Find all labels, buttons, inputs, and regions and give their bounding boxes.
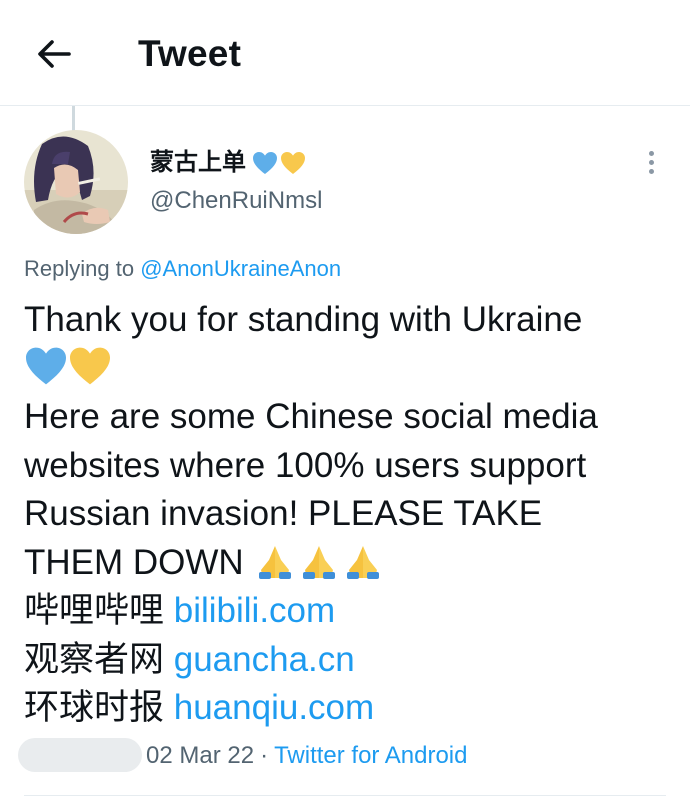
tweet-date[interactable]: 02 Mar 22 [146,742,254,769]
tweet-text-line: Russian invasion! PLEASE TAKE [24,494,543,533]
more-vertical-icon-dot [648,159,654,165]
avatar-image [24,130,128,234]
folded-hands-icon [347,545,380,579]
tweet-metadata: 02 Mar 22 · Twitter for Android [0,738,690,778]
tweet-text-line: Here are some Chinese social media [24,397,598,436]
tweet-text-fragment: THEM DOWN [24,542,244,582]
tweet-text: Thank you for standing with Ukraine Here… [24,296,674,733]
site-line: 环球时报 huanqiu.com [24,684,674,733]
reply-prefix: Replying to [24,256,135,281]
name-emojis [252,151,306,175]
site-line: 观察者网 guancha.cn [24,636,674,685]
back-button[interactable] [30,30,78,78]
more-vertical-icon-dot [648,168,654,174]
folded-hands-icon [259,545,292,579]
author-name-text: 蒙古上单 [150,149,246,176]
reply-mention-link[interactable]: @AnonUkraineAnon [140,256,341,281]
tweet-emoji-line [24,345,674,394]
blue-heart-icon [26,347,66,384]
author-handle[interactable]: @ChenRuiNmsl [150,185,322,217]
replying-to: Replying to @AnonUkraineAnon [24,254,341,284]
yellow-heart-icon [281,152,305,174]
tweet-text-line: Thank you for standing with Ukraine [24,300,583,339]
site-link[interactable]: guancha.cn [174,640,355,679]
separator-dot: · [260,742,269,769]
site-name: 哔哩哔哩 [24,591,165,630]
tweet-text-line-with-emoji: THEM DOWN [24,539,674,588]
site-name: 观察者网 [24,639,165,679]
avatar[interactable] [24,130,128,234]
divider [24,795,666,796]
site-line: 哔哩哔哩 bilibili.com [24,587,674,636]
folded-hands-icon [303,545,336,579]
redacted-time [18,738,142,772]
tweet-text-line: websites where 100% users support [24,445,587,485]
site-link[interactable]: huanqiu.com [174,688,374,727]
tweet-date-source: 02 Mar 22 · Twitter for Android [146,740,467,772]
arrow-left-icon [38,40,71,68]
site-link[interactable]: bilibili.com [174,591,335,630]
page-title: Tweet [138,33,242,74]
thread-connector-line [72,106,75,132]
more-options-button[interactable] [636,145,666,179]
blue-heart-icon [253,152,277,174]
site-name: 环球时报 [24,688,165,727]
author-display-name[interactable]: 蒙古上单 [150,148,306,178]
top-bar: Tweet [0,0,690,106]
tweet-source-link[interactable]: Twitter for Android [274,742,467,769]
more-vertical-icon-dot [648,150,654,156]
yellow-heart-icon [70,347,110,384]
